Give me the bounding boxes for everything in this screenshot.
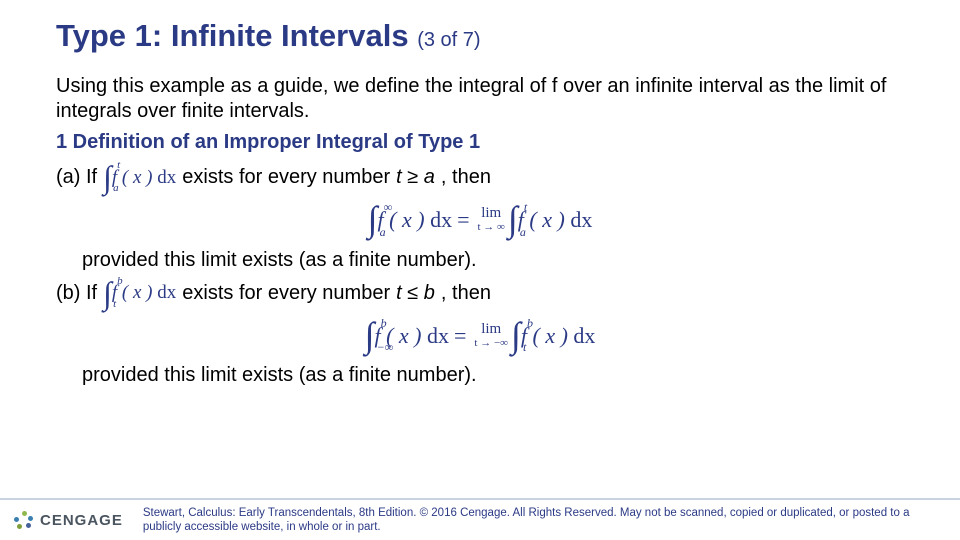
int-diff: dx xyxy=(570,206,592,234)
integral-icon: ∫ ∞ a xyxy=(368,207,378,232)
int-upper: b xyxy=(527,319,533,327)
part-a-suffix3: , then xyxy=(441,165,491,190)
lim-word: lim xyxy=(481,322,501,337)
title-text: Type 1: Infinite Intervals xyxy=(56,18,409,53)
equals-sign: = xyxy=(457,206,469,234)
int-diff: dx xyxy=(157,281,176,305)
int-diff: dx xyxy=(573,322,595,350)
brand-logo: CENGAGE xyxy=(14,510,123,530)
inline-integral-a: ∫ t a f ( x ) dx xyxy=(103,166,176,190)
int-lower: a xyxy=(520,228,526,236)
part-a-prefix: (a) If xyxy=(56,165,97,190)
int-diff: dx xyxy=(430,206,452,234)
int-lower: t xyxy=(523,343,526,351)
int-upper: b xyxy=(381,319,387,327)
part-a-provided: provided this limit exists (as a finite … xyxy=(82,248,904,273)
limit-b: lim t → −∞ xyxy=(474,322,508,350)
part-b-provided: provided this limit exists (as a finite … xyxy=(82,363,904,388)
page-indicator: (3 of 7) xyxy=(417,29,480,51)
lhs-integral-a: ∫ ∞ a f ( x ) dx xyxy=(368,206,452,234)
lim-under: t → ∞ xyxy=(478,222,505,233)
int-lower: t xyxy=(113,301,116,309)
int-upper: t xyxy=(117,162,120,170)
intro-paragraph: Using this example as a guide, we define… xyxy=(56,74,904,124)
integral-icon: ∫ b t xyxy=(511,323,521,348)
slide-content: Type 1: Infinite Intervals (3 of 7) Usin… xyxy=(0,0,960,388)
rhs-integral-a: ∫ t a f ( x ) dx xyxy=(508,206,592,234)
part-a-suffix1: exists for every number xyxy=(182,165,390,190)
limit-a: lim t → ∞ xyxy=(478,206,505,234)
footer: CENGAGE Stewart, Calculus: Early Transce… xyxy=(0,498,960,540)
int-diff: dx xyxy=(157,166,176,190)
part-b-suffix3: , then xyxy=(441,281,491,306)
integral-icon: ∫ t a xyxy=(103,166,112,188)
integral-icon: ∫ b −∞ xyxy=(365,323,375,348)
part-b-prefix: (b) If xyxy=(56,281,97,306)
lhs-integral-b: ∫ b −∞ f ( x ) dx xyxy=(365,322,449,350)
brand-name: CENGAGE xyxy=(40,512,123,529)
int-lower: a xyxy=(380,228,386,236)
display-equation-b: ∫ b −∞ f ( x ) dx = lim t → −∞ ∫ b t f (… xyxy=(56,322,904,350)
cengage-icon xyxy=(14,510,34,530)
int-diff: dx xyxy=(427,322,449,350)
lim-word: lim xyxy=(481,206,501,221)
display-equation-a: ∫ ∞ a f ( x ) dx = lim t → ∞ ∫ t a f ( x… xyxy=(56,206,904,234)
lim-under: t → −∞ xyxy=(474,338,508,349)
int-lower: −∞ xyxy=(377,343,394,351)
part-b-suffix1: exists for every number xyxy=(182,281,390,306)
slide-body: Using this example as a guide, we define… xyxy=(56,74,904,388)
integral-icon: ∫ t a xyxy=(508,207,518,232)
slide-title: Type 1: Infinite Intervals (3 of 7) xyxy=(56,18,904,54)
part-b-cond: t ≤ b xyxy=(396,281,435,306)
copyright-text: Stewart, Calculus: Early Transcendentals… xyxy=(143,506,946,535)
part-a-cond: t ≥ a xyxy=(396,165,435,190)
part-a-line: (a) If ∫ t a f ( x ) dx exists for every… xyxy=(56,165,904,190)
int-upper: ∞ xyxy=(384,203,393,211)
part-b-line: (b) If ∫ b t f ( x ) dx exists for every… xyxy=(56,281,904,306)
inline-integral-b: ∫ b t f ( x ) dx xyxy=(103,281,176,305)
integral-icon: ∫ b t xyxy=(103,282,112,304)
int-lower: a xyxy=(113,185,119,193)
int-upper: t xyxy=(524,203,527,211)
int-upper: b xyxy=(117,278,123,286)
definition-heading: 1 Definition of an Improper Integral of … xyxy=(56,130,904,155)
equals-sign: = xyxy=(454,322,466,350)
rhs-integral-b: ∫ b t f ( x ) dx xyxy=(511,322,595,350)
